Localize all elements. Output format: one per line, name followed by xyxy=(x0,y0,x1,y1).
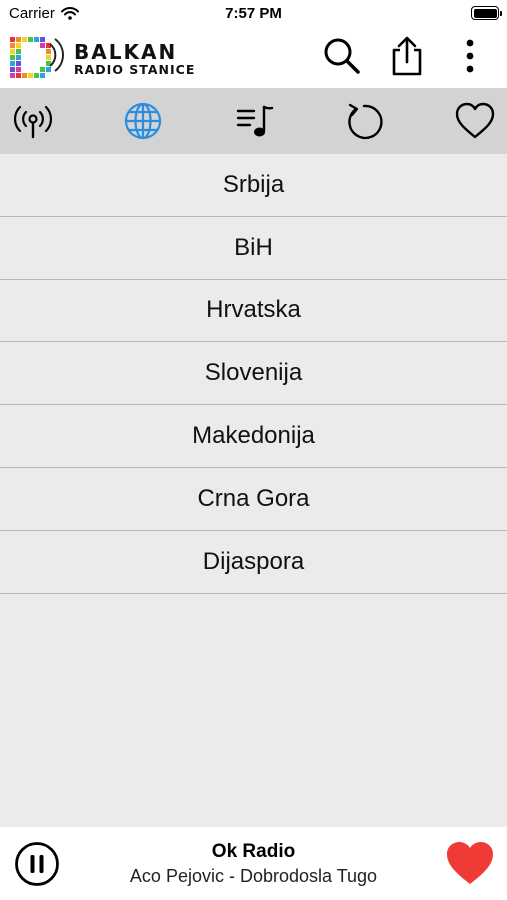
logo-pixel xyxy=(22,37,27,42)
logo-pixel xyxy=(46,49,51,54)
logo-pixel xyxy=(10,61,15,66)
more-button[interactable] xyxy=(448,32,492,80)
tab-genres[interactable] xyxy=(229,96,279,146)
country-item[interactable]: Hrvatska xyxy=(0,280,507,343)
share-icon xyxy=(392,36,422,76)
logo-subtitle: RADIO STANICE xyxy=(74,62,196,77)
heart-filled-icon xyxy=(447,842,493,884)
favorite-button[interactable] xyxy=(444,839,496,889)
country-label: Dijaspora xyxy=(202,547,305,575)
category-tab-bar xyxy=(0,88,507,154)
logo-pixel xyxy=(28,73,33,78)
country-item[interactable]: Crna Gora xyxy=(0,468,507,531)
heart-outline-icon xyxy=(455,102,495,139)
music-list-icon xyxy=(236,105,274,137)
country-label: Hrvatska xyxy=(206,296,301,324)
logo-pixel xyxy=(16,55,21,60)
tab-recent[interactable] xyxy=(339,96,389,146)
search-button[interactable] xyxy=(320,32,364,80)
logo-pixel xyxy=(40,37,45,42)
country-label: Crna Gora xyxy=(197,484,310,512)
logo-pixel xyxy=(16,49,21,54)
logo-pixel xyxy=(10,37,15,42)
country-label: Srbija xyxy=(222,170,285,198)
country-item[interactable]: Slovenija xyxy=(0,342,507,406)
search-icon xyxy=(324,38,360,74)
now-playing-track: Aco Pejovic - Dobrodosla Tugo xyxy=(129,866,378,886)
more-vertical-icon xyxy=(466,39,474,73)
country-label: Makedonija xyxy=(192,422,315,450)
logo-pixel xyxy=(10,73,15,78)
battery-level xyxy=(473,8,497,18)
broadcast-icon xyxy=(13,105,53,139)
logo-pixel xyxy=(16,43,21,48)
logo-pixel xyxy=(34,73,39,78)
now-playing-station: Ok Radio xyxy=(211,841,296,862)
logo-pixel xyxy=(10,49,15,54)
logo-pixel xyxy=(46,55,51,60)
logo-title: BALKAN xyxy=(74,40,178,64)
battery-icon xyxy=(471,6,502,20)
logo-pixel xyxy=(34,37,39,42)
now-playing-bar: Ok Radio Aco Pejovic - Dobrodosla Tugo xyxy=(0,827,507,900)
logo-mark-icon xyxy=(10,37,64,78)
logo-pixel xyxy=(10,43,15,48)
tab-countries[interactable] xyxy=(118,96,168,146)
country-item[interactable]: Makedonija xyxy=(0,405,507,468)
logo-pixel xyxy=(40,73,45,78)
app-header: BALKAN RADIO STANICE xyxy=(0,28,507,88)
logo-pixel xyxy=(16,67,21,72)
country-item[interactable]: Dijaspora xyxy=(0,531,507,594)
logo-pixel xyxy=(40,43,45,48)
logo-pixel xyxy=(40,67,45,72)
logo-pixel xyxy=(16,37,21,42)
logo-pixel xyxy=(16,73,21,78)
country-list: Srbija BiH Hrvatska Slovenija Makedonija Crna… xyxy=(0,154,507,594)
globe-icon xyxy=(124,102,162,140)
logo-pixel xyxy=(22,73,27,78)
logo-pixel xyxy=(10,67,15,72)
share-button[interactable] xyxy=(385,32,429,80)
logo-pixel xyxy=(10,55,15,60)
history-icon xyxy=(348,103,383,140)
country-label: Slovenija xyxy=(204,359,303,387)
status-time: 7:57 PM xyxy=(225,5,282,22)
country-label: BiH xyxy=(234,233,273,261)
tab-live[interactable] xyxy=(8,96,58,146)
logo-pixel xyxy=(46,67,51,72)
status-bar: Carrier 7:57 PM xyxy=(0,0,507,28)
logo-pixel xyxy=(28,37,33,42)
country-item[interactable]: Srbija xyxy=(0,154,507,217)
logo-pixel xyxy=(16,61,21,66)
country-item[interactable]: BiH xyxy=(0,217,507,280)
tab-favorites[interactable] xyxy=(450,96,500,146)
app-logo: BALKAN RADIO STANICE xyxy=(10,32,210,84)
